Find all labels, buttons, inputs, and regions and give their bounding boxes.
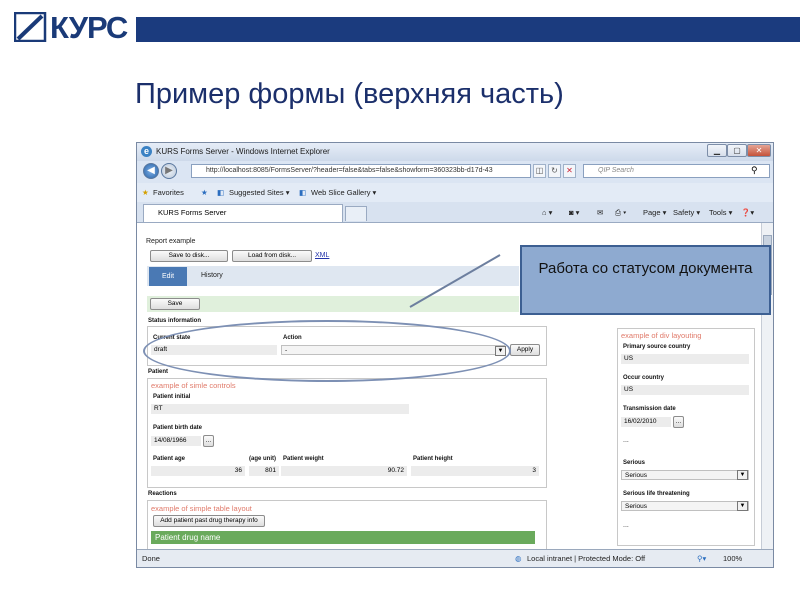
- web-slice-link[interactable]: Web Slice Gallery ▾: [311, 188, 376, 197]
- patient-height-label: Patient height: [413, 456, 453, 462]
- status-information-label: Status information: [148, 318, 202, 324]
- refresh-icon[interactable]: ↻: [548, 164, 561, 178]
- occur-country-label: Occur country: [623, 375, 665, 381]
- status-text: Done: [142, 554, 160, 563]
- highlight-ellipse: [143, 320, 511, 382]
- tab-history[interactable]: History: [201, 272, 223, 279]
- tools-menu[interactable]: Tools ▾: [709, 208, 732, 217]
- search-input[interactable]: QIP Search: [583, 164, 770, 178]
- zoom-icon[interactable]: ⚲▾: [697, 554, 706, 563]
- kurs-logo-mark-icon: [14, 12, 47, 42]
- serious-select[interactable]: Serious: [621, 470, 749, 480]
- header-bar: [136, 17, 800, 42]
- table-layout-title: example of simple table layout: [151, 504, 252, 513]
- home-icon[interactable]: ⌂ ▾: [542, 208, 552, 217]
- compat-icon[interactable]: ◫: [533, 164, 546, 178]
- age-unit-label: (age unit): [249, 456, 276, 462]
- close-button[interactable]: ✕: [747, 144, 771, 157]
- patient-initial-label: Patient initial: [153, 394, 191, 400]
- patient-label: Patient: [148, 369, 169, 375]
- print-icon[interactable]: ⎙ ▾: [615, 208, 626, 218]
- zone-text: Local intranet | Protected Mode: Off: [527, 554, 646, 563]
- serious-life-dropdown-icon[interactable]: ▼: [737, 501, 748, 511]
- patient-age-label: Patient age: [153, 456, 186, 462]
- patient-age-field[interactable]: 36: [151, 466, 245, 476]
- help-menu[interactable]: ❓▾: [741, 208, 754, 217]
- minimize-button[interactable]: ▁: [707, 144, 727, 157]
- reactions-label: Reactions: [148, 491, 177, 497]
- new-tab-button[interactable]: [345, 206, 367, 221]
- serious-life-select[interactable]: Serious: [621, 501, 749, 511]
- stop-icon[interactable]: ✕: [563, 164, 576, 178]
- mail-icon[interactable]: ✉: [597, 208, 603, 217]
- apply-button[interactable]: Apply: [510, 344, 540, 356]
- load-from-disk-button[interactable]: Load from disk...: [232, 250, 312, 262]
- primary-source-label: Primary source country: [623, 344, 691, 350]
- window-titlebar: e KURS Forms Server - Windows Internet E…: [137, 143, 773, 161]
- safety-menu[interactable]: Safety ▾: [673, 208, 700, 217]
- address-bar[interactable]: http://localhost:8085/FormsServer/?heade…: [191, 164, 531, 178]
- drug-grid-header: Patient drug name: [151, 531, 535, 544]
- report-title: Report example: [146, 238, 196, 245]
- zoom-level[interactable]: 100%: [723, 554, 742, 563]
- ellipsis-1: ...: [623, 437, 629, 444]
- tab-edit[interactable]: Edit: [149, 267, 187, 286]
- transmission-date-field[interactable]: 16/02/2010: [621, 417, 671, 427]
- forward-button[interactable]: ▶: [161, 163, 177, 179]
- serious-life-label: Serious life threatening: [623, 491, 690, 497]
- favorites-button[interactable]: Favorites: [153, 188, 184, 197]
- ellipsis-2: ...: [623, 522, 629, 529]
- logo-text: КУРС: [50, 10, 128, 45]
- simple-controls-title: example of simle controls: [151, 381, 236, 390]
- feeds-icon[interactable]: ◙ ▾: [569, 208, 579, 217]
- address-row: ◀ ▶ http://localhost:8085/FormsServer/?h…: [137, 161, 773, 183]
- favorites-bar: ★ Favorites ★ ◧ Suggested Sites ▾ ◧ Web …: [137, 183, 773, 202]
- patient-weight-field[interactable]: 90.72: [281, 466, 407, 476]
- occur-country-field[interactable]: US: [621, 385, 749, 395]
- primary-source-field[interactable]: US: [621, 354, 749, 364]
- ie-icon: e: [141, 146, 152, 157]
- kurs-logo: КУРС: [14, 10, 128, 45]
- save-button[interactable]: Save: [150, 298, 200, 310]
- back-button[interactable]: ◀: [143, 163, 159, 179]
- birth-date-field[interactable]: 14/08/1966: [151, 436, 201, 446]
- web-slice-icon: ◧: [299, 188, 307, 197]
- add-favorite-icon[interactable]: ★: [201, 188, 208, 197]
- patient-initial-field[interactable]: RT: [151, 404, 409, 414]
- favorites-star-icon: ★: [142, 188, 149, 197]
- serious-label: Serious: [623, 460, 646, 466]
- div-layout-title: example of div layouting: [621, 331, 702, 340]
- serious-dropdown-icon[interactable]: ▼: [737, 470, 748, 480]
- suggested-sites-icon: ◧: [217, 188, 225, 197]
- search-icon[interactable]: ⚲: [751, 165, 758, 176]
- xml-link[interactable]: XML: [315, 252, 329, 259]
- save-to-disk-button[interactable]: Save to disk...: [150, 250, 228, 262]
- birth-date-picker-button[interactable]: ...: [203, 435, 214, 447]
- patient-weight-label: Patient weight: [283, 456, 324, 462]
- birth-date-label: Patient birth date: [153, 425, 203, 431]
- page-menu[interactable]: Page ▾: [643, 208, 666, 217]
- transmission-date-label: Transmission date: [623, 406, 676, 412]
- intranet-icon: ◍: [515, 554, 522, 563]
- slide-title: Пример формы (верхняя часть): [135, 78, 564, 110]
- patient-height-field[interactable]: 3: [411, 466, 539, 476]
- transmission-date-picker-button[interactable]: ...: [673, 416, 684, 428]
- window-title: KURS Forms Server - Windows Internet Exp…: [156, 147, 330, 156]
- add-drug-therapy-button[interactable]: Add patient past drug therapy info: [153, 515, 265, 527]
- save-bar: [147, 296, 519, 312]
- maximize-button[interactable]: ▢: [727, 144, 747, 157]
- status-bar: Done ◍ Local intranet | Protected Mode: …: [137, 549, 773, 567]
- age-unit-field[interactable]: 801: [249, 466, 279, 476]
- suggested-sites-link[interactable]: Suggested Sites ▾: [229, 188, 289, 197]
- status-callout: Работа со статусом документа: [520, 245, 771, 315]
- browser-tab-active[interactable]: KURS Forms Server: [143, 204, 343, 222]
